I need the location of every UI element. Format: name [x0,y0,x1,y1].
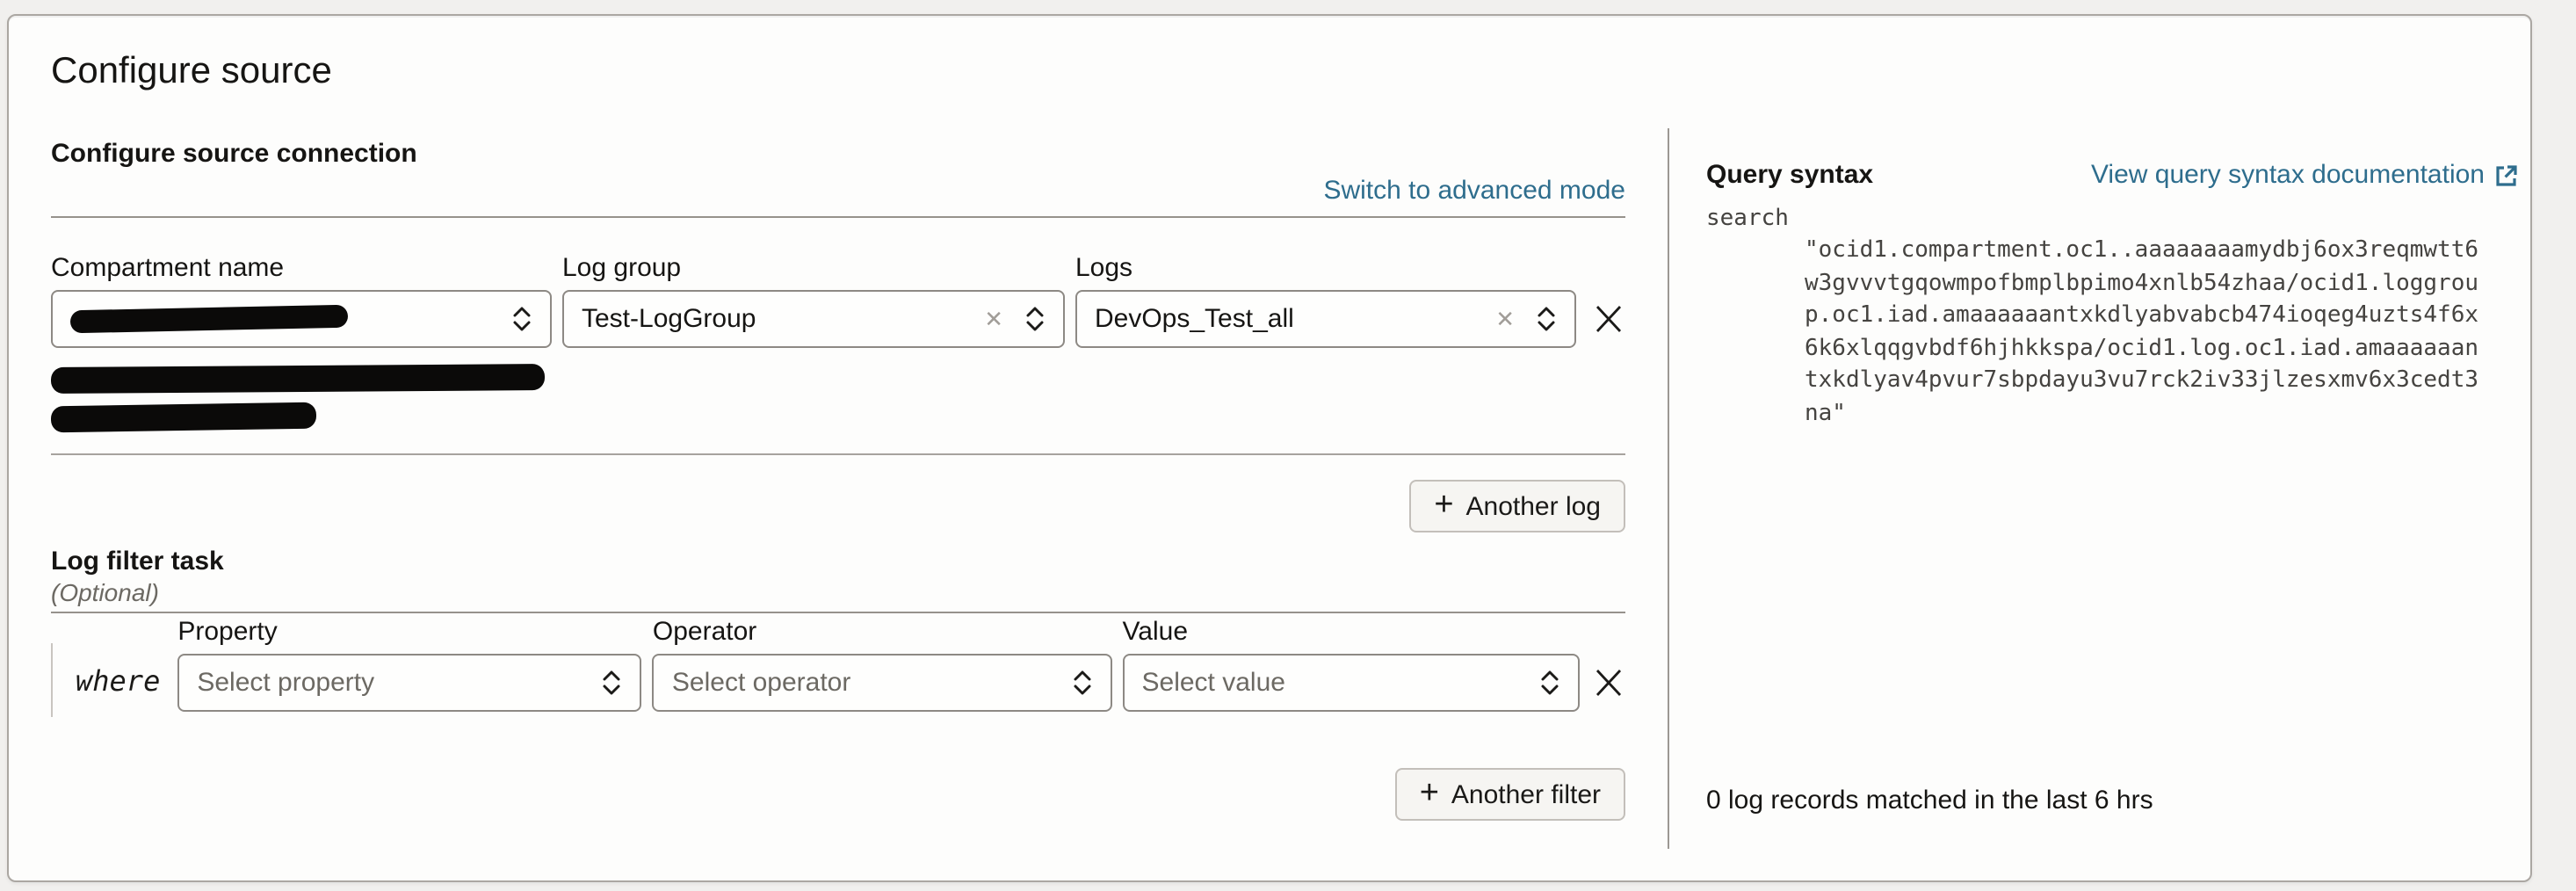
logs-value: DevOps_Test_all [1095,304,1294,334]
property-select[interactable]: Select property [177,654,642,712]
another-log-button[interactable]: + Another log [1409,480,1625,532]
divider [51,216,1625,218]
query-string: "ocid1.compartment.oc1..aaaaaaaamydbj6ox… [1805,235,2481,431]
property-label: Property [177,617,642,648]
operator-placeholder: Select operator [672,668,850,698]
switch-to-advanced-mode-link[interactable]: Switch to advanced mode [1323,176,1625,206]
query-syntax-header: Query syntax View query syntax documenta… [1706,160,2518,190]
query-code: search "ocid1.compartment.oc1..aaaaaaaam… [1706,202,2518,431]
clear-icon[interactable]: ✕ [984,305,1003,333]
card-columns: Configure source connection Switch to ad… [9,128,2530,849]
where-rail: where [51,643,160,717]
connection-heading: Configure source connection [51,139,1625,169]
page-title: Configure source [51,51,332,93]
configure-source-card: Configure source Configure source connec… [7,14,2532,882]
select-chevron-icon [602,666,623,699]
another-log-row: + Another log [51,480,1625,532]
another-filter-label: Another filter [1451,779,1601,809]
property-field-group: Property Select property [177,617,642,712]
remove-filter-button[interactable] [1590,654,1625,712]
operator-field-group: Operator Select operator [653,617,1112,712]
compartment-label: Compartment name [51,253,552,285]
value-select[interactable]: Select value [1123,654,1581,712]
query-syntax-panel: Query syntax View query syntax documenta… [1668,128,2530,849]
select-chevron-icon [1539,666,1560,699]
redacted-compartment-path-line2 [51,402,316,433]
redacted-compartment-value [70,305,348,334]
operator-label: Operator [653,617,1112,648]
compartment-name-select[interactable] [51,290,552,348]
value-field-group: Value Select value [1123,617,1581,712]
search-keyword: search [1706,202,2518,235]
external-link-icon [2493,163,2518,187]
filter-task-row: where Property Select property [51,617,1625,712]
another-filter-button[interactable]: + Another filter [1395,768,1625,821]
optional-label: (Optional) [51,578,1625,606]
select-chevron-icon [1072,666,1093,699]
clear-icon[interactable]: ✕ [1495,305,1515,333]
another-log-label: Another log [1466,491,1601,521]
advanced-mode-row: Switch to advanced mode [51,176,1625,207]
value-placeholder: Select value [1142,668,1285,698]
log-source-row: Compartment name Log group Test-Log [51,253,1625,348]
compartment-field-group: Compartment name [51,253,552,348]
select-chevron-icon [1536,302,1557,336]
value-label: Value [1123,617,1581,648]
source-connection-panel: Configure source connection Switch to ad… [9,128,1668,849]
redacted-compartment-path-line1 [51,364,545,394]
log-group-label: Log group [562,253,1065,285]
match-status: 0 log records matched in the last 6 hrs [1706,786,2153,815]
another-filter-row: + Another filter [51,768,1625,821]
property-placeholder: Select property [197,668,374,698]
log-group-value: Test-LogGroup [582,304,756,334]
plus-icon: + [1434,488,1453,521]
view-query-syntax-documentation-link[interactable]: View query syntax documentation [2091,160,2518,190]
logs-select[interactable]: DevOps_Test_all ✕ [1075,290,1576,348]
log-group-select[interactable]: Test-LogGroup ✕ [562,290,1065,348]
query-syntax-heading: Query syntax [1706,160,1873,190]
log-group-field-group: Log group Test-LogGroup ✕ [562,253,1065,348]
remove-log-button[interactable] [1590,290,1625,348]
log-filter-task-heading: Log filter task [51,547,1625,576]
select-chevron-icon [511,302,532,336]
where-keyword: where [76,663,160,697]
plus-icon: + [1420,776,1439,809]
divider [51,612,1625,613]
logs-label: Logs [1075,253,1576,285]
operator-select[interactable]: Select operator [653,654,1112,712]
select-chevron-icon [1024,302,1046,336]
divider [51,453,1625,455]
logs-field-group: Logs DevOps_Test_all ✕ [1075,253,1576,348]
doc-link-label: View query syntax documentation [2091,160,2485,190]
